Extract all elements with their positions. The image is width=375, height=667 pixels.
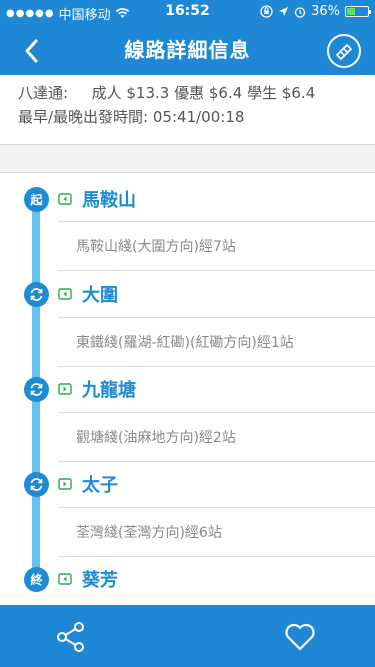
start-badge: 起 (24, 187, 49, 212)
line-segment: 觀塘綫(油麻地方向)經2站 (58, 412, 375, 462)
station-name: 馬鞍山 (82, 190, 136, 211)
station-name: 九龍塘 (82, 380, 136, 401)
share-button[interactable] (54, 621, 88, 653)
transfer-icon (24, 282, 49, 307)
bottom-bar (0, 605, 375, 667)
fare-adult: 成人 $13.3 (91, 84, 170, 102)
route-list: 起 馬鞍山 馬鞍山綫(大圍方向)經7站 大圍 東鐵綫(羅湖-紅磡)(紅磡方向)經… (0, 174, 375, 604)
times-label: 最早/最晚出發時間: (18, 108, 149, 126)
fare-student: 學生 $6.4 (247, 84, 316, 102)
map-icon (336, 44, 352, 60)
page-title: 線路詳細信息 (124, 38, 251, 62)
exit-right-icon (58, 193, 72, 205)
fare-concession: 優惠 $6.4 (174, 84, 243, 102)
station-item[interactable]: 馬鞍山 (58, 177, 136, 221)
alarm-icon (294, 6, 306, 18)
rotation-lock-icon (260, 5, 273, 18)
line-segment: 荃灣綫(荃灣方向)經6站 (58, 507, 375, 557)
refresh-icon (30, 288, 43, 301)
top-bar: ●●●●● 中国移动 16:52 36% 線路詳細信息 (0, 0, 375, 75)
transfer-icon (24, 472, 49, 497)
station-item[interactable]: 大圍 (58, 272, 118, 316)
exit-right-icon (58, 288, 72, 300)
line-segment: 東鐵綫(羅湖-紅磡)(紅磡方向)經1站 (58, 317, 375, 367)
exit-left-icon (58, 383, 72, 395)
octopus-label: 八達通: (18, 84, 69, 102)
location-icon (279, 7, 289, 16)
status-right: 36% (260, 4, 371, 19)
map-button[interactable] (327, 34, 361, 68)
battery-percent: 36% (311, 4, 340, 19)
station-name: 葵芳 (82, 570, 118, 591)
times-row: 最早/最晚出發時間: 05:41/00:18 (18, 106, 244, 127)
station-name: 太子 (82, 475, 118, 496)
favorite-button[interactable] (283, 621, 317, 653)
battery-icon (345, 6, 371, 17)
refresh-icon (30, 383, 43, 396)
exit-right-icon (58, 573, 72, 585)
station-name: 大圍 (82, 285, 118, 306)
station-item[interactable]: 九龍塘 (58, 367, 136, 411)
line-segment: 馬鞍山綫(大圍方向)經7站 (58, 221, 375, 271)
station-item[interactable]: 太子 (58, 462, 118, 506)
station-item[interactable]: 葵芳 (58, 557, 118, 601)
refresh-icon (30, 478, 43, 491)
exit-left-icon (58, 478, 72, 490)
transfer-icon (24, 377, 49, 402)
fare-row: 八達通: 成人 $13.3 優惠 $6.4 學生 $6.4 (18, 82, 315, 103)
section-divider (0, 145, 375, 173)
end-badge: 終 (24, 567, 49, 592)
status-bar: ●●●●● 中国移动 16:52 36% (0, 0, 375, 23)
fare-info: 八達通: 成人 $13.3 優惠 $6.4 學生 $6.4 最早/最晚出發時間:… (0, 75, 375, 145)
times-value: 05:41/00:18 (152, 108, 245, 126)
